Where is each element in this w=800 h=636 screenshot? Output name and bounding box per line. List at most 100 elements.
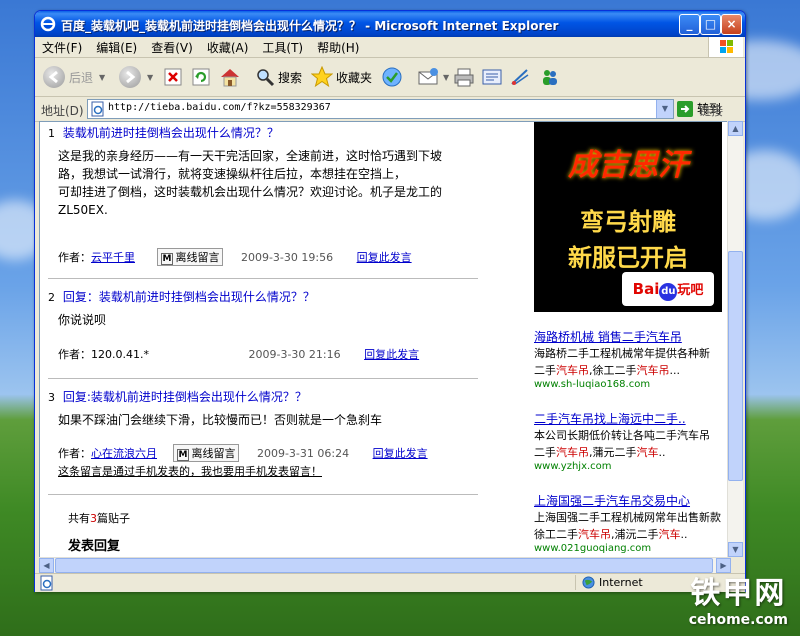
post-3: 3 回复:装载机前进时挂倒档会出现什么情况？？ 如果不踩油门会继续下滑，比较慢而…	[48, 388, 478, 478]
offline-message-label: 离线留言	[175, 251, 220, 264]
post-number: 1	[48, 127, 55, 140]
messenger-button[interactable]	[539, 64, 561, 90]
address-dropdown-icon[interactable]: ▼	[656, 100, 673, 118]
ie-logo-icon	[40, 16, 56, 32]
author-link[interactable]: 云平千里	[91, 251, 135, 264]
minimize-button[interactable]: _	[679, 14, 700, 35]
close-button[interactable]: ×	[721, 14, 742, 35]
horizontal-scrollbar[interactable]: ◀ ▶	[39, 557, 731, 573]
offline-message-label: 离线留言	[191, 447, 236, 460]
forward-button[interactable]: ▼	[119, 64, 153, 90]
post-count-prefix: 共有	[68, 512, 90, 525]
author-label: 作者：	[58, 447, 91, 460]
post-body-line: 你说说呗	[58, 313, 107, 327]
post-title[interactable]: 回复:装载机前进时挂倒档会出现什么情况？？	[63, 390, 307, 404]
ad-headline[interactable]: 上海国强二手汽车吊交易中心	[534, 492, 724, 509]
scroll-thumb[interactable]	[728, 251, 743, 481]
author-link[interactable]: 心在流浪六月	[91, 447, 157, 460]
message-icon: M	[176, 449, 190, 461]
reply-link[interactable]: 回复此发言	[357, 251, 412, 264]
menu-tools[interactable]: 工具(T)	[255, 37, 310, 58]
offline-message-button[interactable]: M 离线留言	[156, 248, 224, 266]
post-time: 2009-3-31 06:24	[256, 447, 350, 460]
mail-button[interactable]: ▼	[417, 64, 449, 90]
maximize-button[interactable]: □	[700, 14, 721, 35]
text-ad[interactable]: 上海国强二手汽车吊交易中心 上海国强二手工程机械网常年出售新款 徐工二手汽车吊,…	[534, 492, 724, 554]
baidu-logo-text: Bai	[632, 280, 660, 298]
offline-message-button[interactable]: M 离线留言	[172, 444, 240, 462]
text-ad[interactable]: 二手汽车吊找上海远中二手.. 本公司长期低价转让各吨二手汽车吊 二手汽车吊,蒲元…	[534, 410, 724, 472]
post-count-suffix: 篇贴子	[97, 512, 130, 525]
search-icon	[257, 69, 275, 87]
address-bar: 地址(D) http://tieba.baidu.com/f?kz=558329…	[35, 97, 745, 122]
text-ad[interactable]: 海路桥机械 销售二手汽车吊 海路桥二手工程机械常年提供各种新 二手汽车吊,徐工二…	[534, 328, 724, 390]
menu-favorites[interactable]: 收藏(A)	[200, 37, 256, 58]
chevron-down-icon[interactable]: ▼	[99, 73, 105, 82]
favorites-button[interactable]: 收藏夹	[311, 64, 372, 90]
author-label: 作者：	[58, 251, 91, 264]
banner-line1: 弯弓射雕	[580, 208, 676, 236]
discuss-button[interactable]	[509, 64, 531, 90]
menu-help[interactable]: 帮助(H)	[310, 37, 366, 58]
scroll-thumb[interactable]	[55, 558, 713, 573]
reply-link[interactable]: 回复此发言	[364, 348, 419, 361]
ad-url[interactable]: www.sh-luqiao168.com	[534, 379, 724, 390]
post-title[interactable]: 回复：装载机前进时挂倒档会出现什么情况？？	[63, 290, 315, 304]
scroll-left-icon[interactable]: ◀	[39, 558, 54, 573]
address-input[interactable]: http://tieba.baidu.com/f?kz=558329367 ▼	[87, 99, 674, 119]
refresh-button[interactable]	[191, 64, 211, 90]
menu-file[interactable]: 文件(F)	[35, 37, 89, 58]
chevron-down-icon[interactable]: ▼	[443, 73, 449, 82]
baidu-paw-icon: du	[659, 283, 678, 301]
post-meta: 作者：云平千里 M 离线留言 2009-3-30 19:56 回复此发言	[58, 248, 412, 266]
reply-heading: 发表回复	[68, 539, 121, 554]
ad-desc-line: 上海国强二手工程机械网常年出售新款	[534, 511, 721, 524]
post-number: 3	[48, 391, 55, 404]
menu-edit[interactable]: 编辑(E)	[89, 37, 144, 58]
media-icon	[382, 67, 402, 87]
print-button[interactable]	[453, 64, 475, 90]
search-button[interactable]: 搜索	[255, 64, 302, 90]
scroll-up-icon[interactable]: ▲	[728, 121, 743, 136]
window-title: 百度_装载机吧_装载机前进时挂倒档会出现什么情况？？ - Microsoft I…	[61, 19, 559, 33]
baidu-wanba-logo: Bai du 玩吧	[622, 272, 714, 306]
links-label[interactable]: 链接	[699, 102, 723, 119]
post-body: 如果不踩油门会继续下滑，比较慢而已！否则就是一个急刹车	[48, 411, 478, 429]
post-2: 2 回复：装载机前进时挂倒档会出现什么情况？？ 你说说呗 作者：120.0.41…	[48, 288, 478, 361]
wanba-text: 玩吧	[677, 283, 704, 298]
zone-label: Internet	[599, 576, 643, 589]
post-1: 1 装载机前进时挂倒档会出现什么情况？？ 这是我的亲身经历——有一天干完活回家，…	[48, 124, 478, 266]
messenger-icon	[543, 70, 557, 85]
toolbar: 后退 ▼ ▼ 搜索 收藏夹 ▼	[35, 58, 745, 97]
ad-desc-line: 徐工二手汽车吊,浦沅二手汽车..	[534, 528, 688, 541]
title-bar[interactable]: 百度_装载机吧_装载机前进时挂倒档会出现什么情况？？ - Microsoft I…	[35, 11, 745, 37]
ad-headline[interactable]: 二手汽车吊找上海远中二手..	[534, 410, 724, 427]
mobile-post-link[interactable]: 这条留言是通过手机发表的，我也要用手机发表留言！	[58, 463, 322, 479]
vertical-scrollbar[interactable]: ▲ ▼	[727, 121, 743, 557]
media-button[interactable]	[381, 64, 403, 90]
ie-window: 百度_装载机吧_装载机前进时挂倒档会出现什么情况？？ - Microsoft I…	[34, 10, 746, 592]
reply-link[interactable]: 回复此发言	[373, 447, 428, 460]
game-banner-ad[interactable]: 成吉思汗 弯弓射雕 新服已开启 Bai du 玩吧	[534, 122, 722, 312]
stop-button[interactable]	[163, 64, 183, 90]
post-time: 2009-3-30 21:16	[248, 348, 341, 361]
menu-view[interactable]: 查看(V)	[144, 37, 200, 58]
author-label: 作者：	[58, 348, 91, 361]
star-icon	[311, 66, 333, 88]
ad-headline[interactable]: 海路桥机械 销售二手汽车吊	[534, 328, 724, 345]
post-title[interactable]: 装载机前进时挂倒档会出现什么情况？？	[63, 126, 279, 140]
home-icon	[221, 69, 239, 87]
status-bar: Internet	[35, 573, 745, 592]
post-body-line: 这是我的亲身经历——有一天干完活回家，全速前进，这时恰巧遇到下坡	[58, 149, 443, 163]
menu-bar: 文件(F) 编辑(E) 查看(V) 收藏(A) 工具(T) 帮助(H)	[35, 37, 745, 58]
home-button[interactable]	[219, 64, 241, 90]
chevron-down-icon[interactable]: ▼	[147, 73, 153, 82]
ad-url[interactable]: www.yzhjx.com	[534, 461, 724, 472]
ad-url[interactable]: www.021guoqiang.com	[534, 543, 724, 554]
back-button[interactable]: 后退 ▼	[43, 64, 105, 90]
scroll-down-icon[interactable]: ▼	[728, 542, 743, 557]
address-url: http://tieba.baidu.com/f?kz=558329367	[108, 102, 331, 113]
edit-button[interactable]	[481, 64, 503, 90]
post-body: 这是我的亲身经历——有一天干完活回家，全速前进，这时恰巧遇到下坡 路，我想试一试…	[48, 147, 478, 219]
page-content: 1 装载机前进时挂倒档会出现什么情况？？ 这是我的亲身经历——有一天干完活回家，…	[39, 121, 731, 559]
